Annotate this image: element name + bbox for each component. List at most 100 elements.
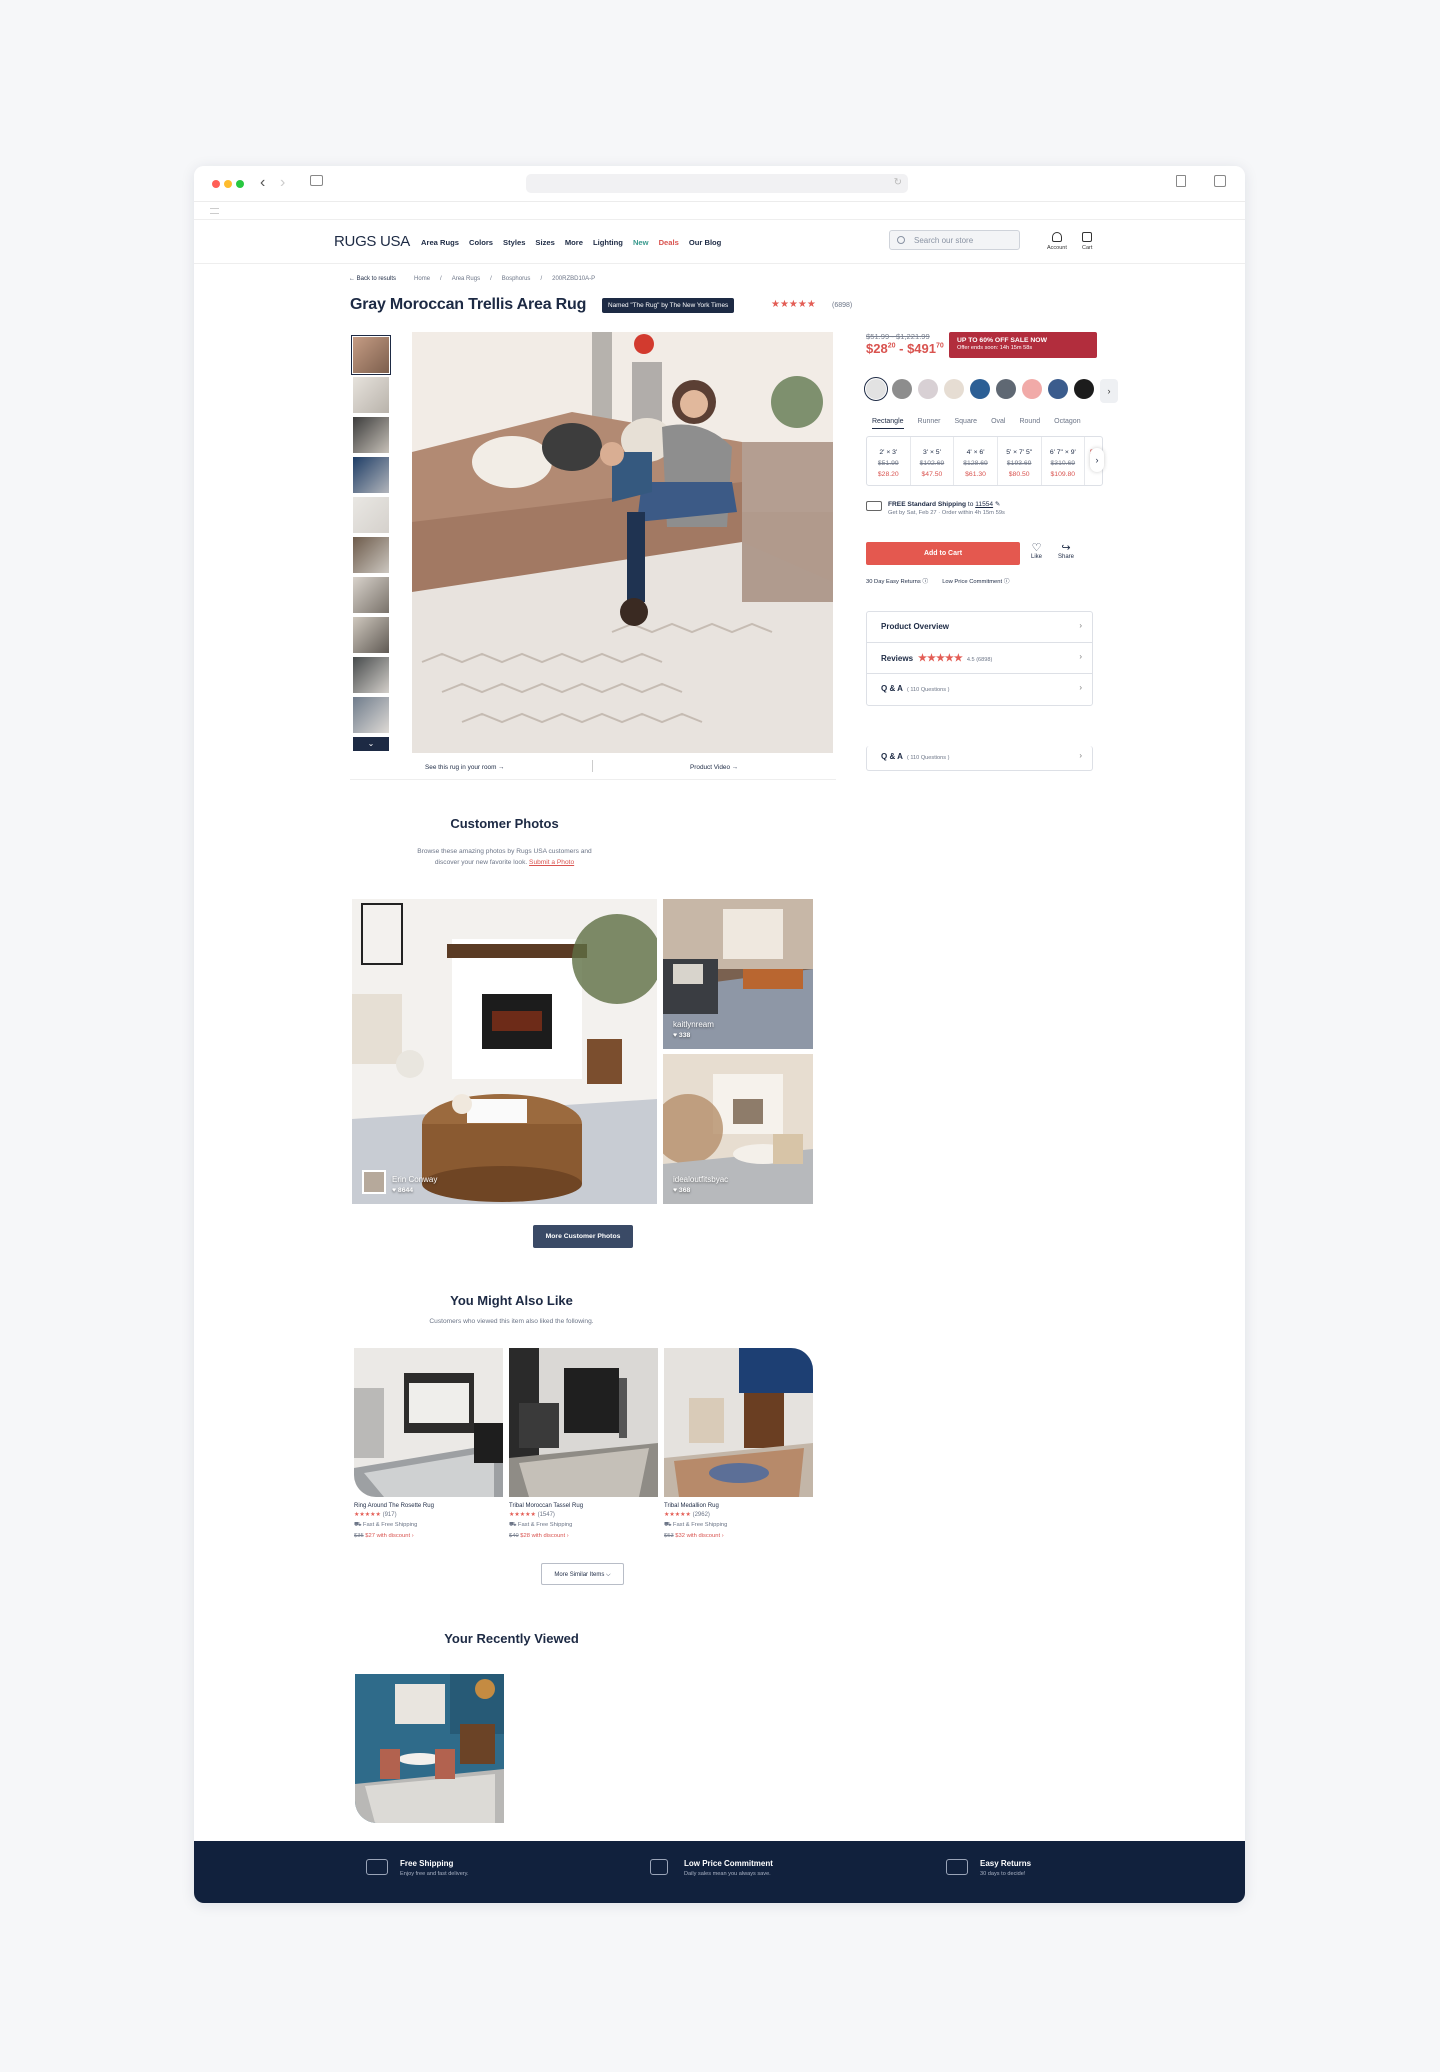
- color-swatch[interactable]: [944, 379, 964, 399]
- back-to-results-link[interactable]: ← Back to results: [349, 276, 396, 282]
- minimize-window-button[interactable]: [224, 180, 232, 188]
- size-option[interactable]: 2' × 3' $51.99 $28.20: [867, 437, 911, 485]
- qa-row[interactable]: Q & A( 110 Questions ) ›: [867, 674, 1092, 705]
- nav-blog[interactable]: Our Blog: [689, 238, 721, 247]
- product-video-link[interactable]: Product Video →: [690, 764, 738, 771]
- thumbnail[interactable]: [353, 617, 389, 653]
- nav-colors[interactable]: Colors: [469, 238, 493, 247]
- sizes-next-icon[interactable]: ›: [1090, 448, 1104, 472]
- customer-photo-large[interactable]: Erin Conway ♥ 8644: [352, 899, 657, 1204]
- nav-styles[interactable]: Styles: [503, 238, 525, 247]
- thumbnail[interactable]: [353, 697, 389, 733]
- share-icon[interactable]: [1176, 175, 1186, 187]
- nav-lighting[interactable]: Lighting: [593, 238, 623, 247]
- close-window-button[interactable]: [212, 180, 220, 188]
- share-button[interactable]: ↪ Share: [1058, 542, 1074, 560]
- nav-deals[interactable]: Deals: [659, 238, 679, 247]
- benefit-subtitle: Enjoy free and fast delivery.: [400, 1871, 469, 1877]
- thumbnail[interactable]: [351, 335, 391, 375]
- thumbnails-scroll-down-icon[interactable]: ⌄: [353, 737, 389, 751]
- nav-area-rugs[interactable]: Area Rugs: [421, 238, 459, 247]
- breadcrumb-collection[interactable]: Bosphorus: [502, 276, 531, 282]
- site-logo[interactable]: RUGS USA: [334, 233, 410, 250]
- product-image[interactable]: [509, 1348, 658, 1497]
- reload-icon[interactable]: ↻: [894, 177, 902, 188]
- thumbnail[interactable]: [353, 377, 389, 413]
- thumbnail[interactable]: [353, 657, 389, 693]
- more-similar-items-button[interactable]: More Similar Items ⌵: [541, 1563, 624, 1585]
- color-swatch[interactable]: [996, 379, 1016, 399]
- product-image[interactable]: [354, 1348, 503, 1497]
- color-swatch[interactable]: [1022, 379, 1042, 399]
- customer-photo-small[interactable]: kaitlynream ♥ 338: [663, 899, 813, 1049]
- thumbnail[interactable]: [353, 497, 389, 533]
- breadcrumb-area-rugs[interactable]: Area Rugs: [452, 276, 480, 282]
- size-option[interactable]: 6' 7" × 9' $310.69 $109.80: [1042, 437, 1086, 485]
- recently-viewed-item[interactable]: [355, 1674, 504, 1823]
- breadcrumb-home[interactable]: Home: [414, 276, 430, 282]
- color-swatch[interactable]: [918, 379, 938, 399]
- address-bar[interactable]: ↻: [526, 174, 908, 193]
- tab-runner[interactable]: Runner: [918, 418, 941, 429]
- customer-photo-small[interactable]: idealoutfitsbyac ♥ 368: [663, 1054, 813, 1204]
- more-customer-photos-button[interactable]: More Customer Photos: [533, 1225, 633, 1248]
- edit-icon[interactable]: ✎: [995, 501, 1001, 508]
- tab-octagon[interactable]: Octagon: [1054, 418, 1080, 429]
- main-product-image[interactable]: [412, 332, 833, 753]
- recommended-product[interactable]: Tribal Medallion Rug ★★★★★ (2962) ⛟ Fast…: [664, 1348, 813, 1539]
- account-button[interactable]: Account: [1047, 232, 1067, 251]
- add-to-cart-button[interactable]: Add to Cart: [866, 542, 1020, 565]
- reviews-row[interactable]: Reviews ★★★★★ 4.5 (6898) ›: [867, 643, 1092, 674]
- nav-more[interactable]: More: [565, 238, 583, 247]
- rating-stars[interactable]: ★★★★★: [771, 299, 816, 310]
- search-input[interactable]: Search our store: [889, 230, 1020, 250]
- see-in-room-link[interactable]: See this rug in your room →: [425, 764, 505, 771]
- tab-oval[interactable]: Oval: [991, 418, 1005, 429]
- back-icon[interactable]: ‹: [260, 174, 265, 192]
- thumbnail[interactable]: [353, 537, 389, 573]
- easy-returns-link[interactable]: 30 Day Easy Returns ⓘ: [866, 576, 928, 585]
- color-swatch[interactable]: [1074, 379, 1094, 399]
- maximize-window-button[interactable]: [236, 180, 244, 188]
- price-block: $51.99 - $1,221.99 $2820 - $49170: [866, 332, 944, 356]
- nav-sizes[interactable]: Sizes: [535, 238, 554, 247]
- menu-icon[interactable]: [210, 208, 219, 214]
- color-swatch[interactable]: [892, 379, 912, 399]
- tabs-icon[interactable]: [1214, 175, 1226, 187]
- tab-square[interactable]: Square: [955, 418, 978, 429]
- color-swatch[interactable]: [864, 377, 888, 401]
- product-name[interactable]: Tribal Medallion Rug: [664, 1503, 813, 1509]
- nav-new[interactable]: New: [633, 238, 649, 247]
- size-option[interactable]: 5' × 7' 5" $193.69 $80.50: [998, 437, 1042, 485]
- size-option[interactable]: 3' × 5' $102.69 $47.50: [911, 437, 955, 485]
- tab-round[interactable]: Round: [1019, 418, 1040, 429]
- thumbnail[interactable]: [353, 417, 389, 453]
- thumbnail[interactable]: [353, 577, 389, 613]
- product-new-price[interactable]: $28 with discount ›: [520, 1533, 568, 1539]
- product-image[interactable]: [664, 1348, 813, 1497]
- product-name[interactable]: Ring Around The Rosette Rug: [354, 1503, 503, 1509]
- price-high-cents: 70: [935, 342, 944, 350]
- thumbnail[interactable]: [353, 457, 389, 493]
- sidebar-toggle-icon[interactable]: [310, 175, 323, 186]
- like-button[interactable]: ♡ Like: [1031, 542, 1042, 560]
- swatches-next-icon[interactable]: ›: [1100, 379, 1118, 403]
- product-name[interactable]: Tribal Moroccan Tassel Rug: [509, 1503, 658, 1509]
- low-price-link[interactable]: Low Price Commitment ⓘ: [942, 576, 1009, 585]
- review-count[interactable]: (6898): [832, 302, 852, 309]
- size-option[interactable]: 4' × 6' $128.69 $61.30: [954, 437, 998, 485]
- recommended-product[interactable]: Tribal Moroccan Tassel Rug ★★★★★ (1547) …: [509, 1348, 658, 1539]
- original-price-range: $51.99 - $1,221.99: [866, 332, 930, 341]
- qa-row-sticky[interactable]: Q & A( 110 Questions ) ›: [867, 746, 1092, 770]
- forward-icon[interactable]: ›: [280, 174, 285, 192]
- color-swatch[interactable]: [970, 379, 990, 399]
- recommended-product[interactable]: Ring Around The Rosette Rug ★★★★★ (917) …: [354, 1348, 503, 1539]
- zip-code-link[interactable]: 11554: [975, 501, 993, 508]
- tab-rectangle[interactable]: Rectangle: [872, 418, 904, 429]
- product-overview-row[interactable]: Product Overview ›: [867, 612, 1092, 643]
- product-new-price[interactable]: $27 with discount ›: [365, 1533, 413, 1539]
- cart-button[interactable]: Cart: [1082, 232, 1092, 251]
- product-new-price[interactable]: $32 with discount ›: [675, 1533, 723, 1539]
- color-swatch[interactable]: [1048, 379, 1068, 399]
- submit-photo-link[interactable]: Submit a Photo: [529, 859, 574, 866]
